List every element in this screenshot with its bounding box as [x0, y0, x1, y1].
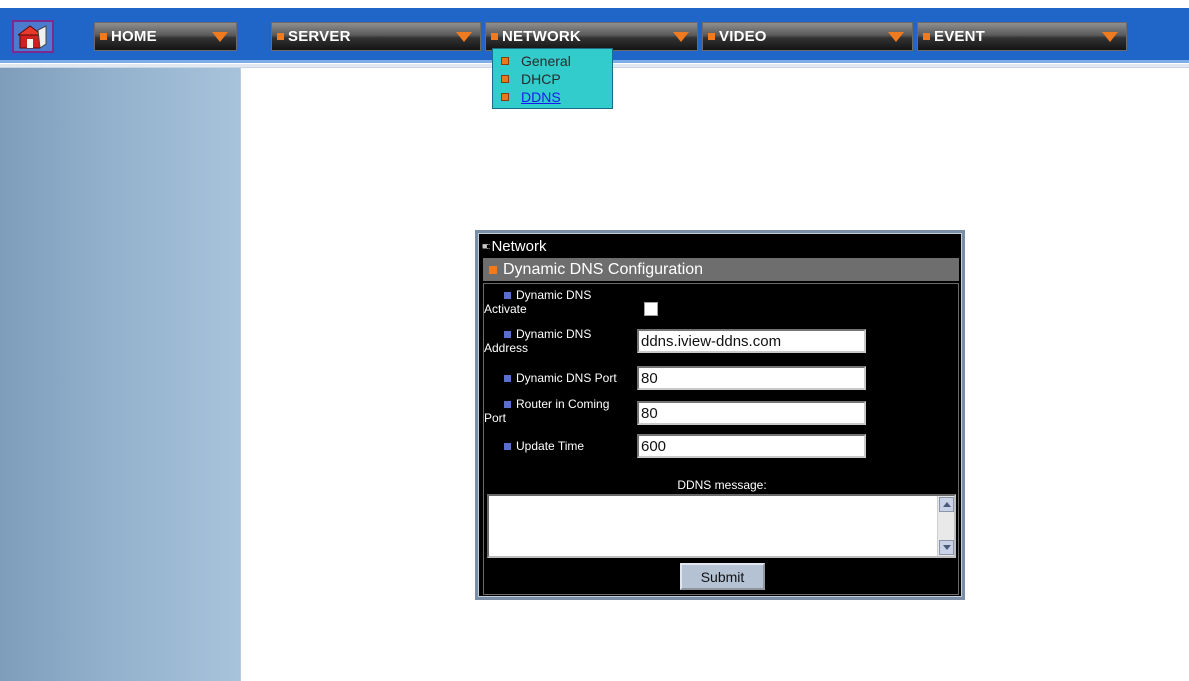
nav-server-button[interactable]: SERVER [271, 22, 481, 51]
address-label-text: Dynamic DNS Address [484, 327, 592, 355]
submit-button[interactable]: Submit [680, 563, 765, 590]
row-activate: Dynamic DNS Activate [484, 288, 960, 324]
form-area: Dynamic DNS Activate Dynamic DNS Address… [483, 283, 959, 595]
router-port-label-text: Router in Coming Port [484, 397, 610, 425]
menu-arrow-icon [456, 31, 472, 42]
nav-server-label: SERVER [288, 28, 351, 45]
left-sidebar [0, 68, 241, 681]
bullet-icon [504, 291, 511, 299]
house-icon [18, 24, 47, 49]
message-scrollbar[interactable] [937, 496, 954, 556]
nav-home-button[interactable]: HOME [94, 22, 237, 51]
section-title: Dynamic DNS Configuration [503, 260, 704, 278]
bullet-icon [501, 93, 509, 101]
update-time-label: Update Time [484, 439, 634, 453]
nav-video-label: VIDEO [719, 28, 767, 45]
scroll-down-icon[interactable] [939, 540, 954, 555]
menu-item-label: General [521, 53, 571, 69]
bullet-icon [923, 33, 930, 40]
bullet-icon [708, 33, 715, 40]
row-router-port: Router in Coming Port [484, 397, 960, 431]
bullet-icon [100, 33, 107, 40]
bullet-icon [501, 57, 509, 65]
section-header: Dynamic DNS Configuration [483, 258, 959, 281]
home-icon[interactable] [12, 20, 54, 53]
menu-arrow-icon [212, 31, 228, 42]
ddns-activate-checkbox[interactable] [644, 302, 658, 316]
bullet-icon [491, 33, 498, 40]
nav-video-button[interactable]: VIDEO [702, 22, 913, 51]
nav-event-label: EVENT [934, 28, 986, 45]
menu-item-label: DDNS [521, 89, 561, 105]
ddns-message-textarea[interactable] [487, 494, 956, 558]
bullet-icon [277, 33, 284, 40]
bullet-icon [504, 400, 511, 408]
nav-network-label: NETWORK [502, 28, 581, 45]
row-address: Dynamic DNS Address [484, 327, 960, 359]
scroll-up-icon[interactable] [939, 497, 954, 512]
activate-label: Dynamic DNS Activate [484, 288, 634, 316]
ddns-config-panel: ■:: Network Dynamic DNS Configuration Dy… [475, 230, 965, 600]
port-label-text: Dynamic DNS Port [516, 371, 617, 385]
bullet-icon [504, 442, 511, 450]
update-time-label-text: Update Time [516, 439, 585, 453]
nav-network-button[interactable]: NETWORK [485, 22, 698, 51]
update-time-input[interactable] [637, 434, 866, 458]
panel-title-text: Network [491, 237, 547, 255]
menu-arrow-icon [888, 31, 904, 42]
router-port-input[interactable] [637, 401, 866, 425]
ddns-address-input[interactable] [637, 329, 866, 353]
bullet-icon [489, 265, 497, 274]
menu-arrow-icon [673, 31, 689, 42]
menu-arrow-icon [1102, 31, 1118, 42]
menu-item-label: DHCP [521, 71, 561, 87]
ddns-port-input[interactable] [637, 366, 866, 390]
network-dropdown-menu: General DHCP DDNS [492, 48, 613, 109]
menu-item-dhcp[interactable]: DHCP [493, 70, 612, 88]
nav-home-label: HOME [111, 28, 157, 45]
row-update-time: Update Time [484, 434, 960, 462]
port-label: Dynamic DNS Port [484, 371, 634, 385]
nav-event-button[interactable]: EVENT [917, 22, 1127, 51]
row-port: Dynamic DNS Port [484, 366, 960, 394]
ddns-message-label: DDNS message: [677, 478, 767, 492]
panel-title: ■:: Network [482, 237, 546, 255]
bullet-icon [501, 75, 509, 83]
bullet-icon [504, 330, 511, 338]
menu-item-ddns[interactable]: DDNS [493, 88, 612, 106]
router-port-label: Router in Coming Port [484, 397, 634, 425]
address-label: Dynamic DNS Address [484, 327, 634, 355]
menu-item-general[interactable]: General [493, 52, 612, 70]
title-bullet-icon: ■:: [482, 241, 491, 251]
bullet-icon [504, 374, 511, 382]
activate-label-text: Dynamic DNS Activate [484, 288, 592, 316]
